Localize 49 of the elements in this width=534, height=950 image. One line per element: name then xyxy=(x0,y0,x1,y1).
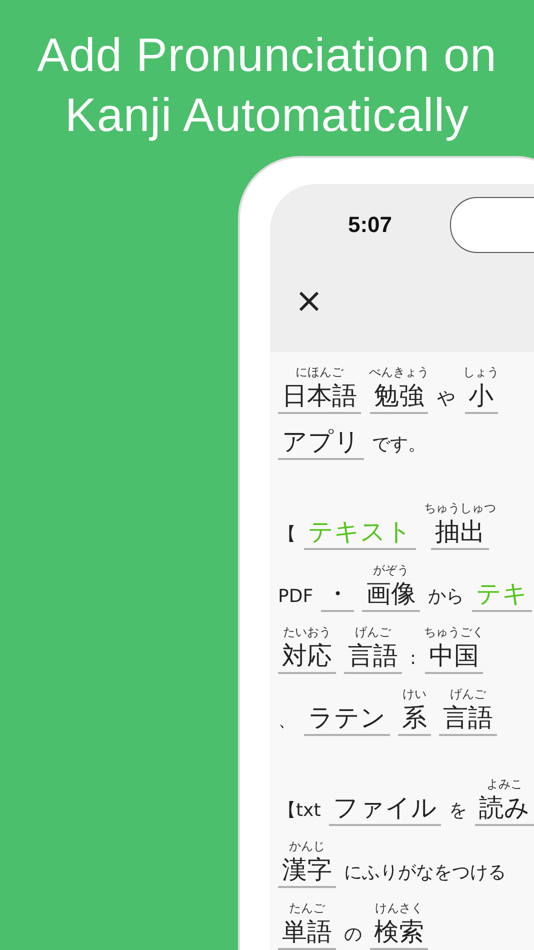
furigana-text: かんじ xyxy=(289,838,325,854)
furigana-text: にほんご xyxy=(296,364,344,380)
word-text: ・ xyxy=(321,578,354,612)
word-text: 勉強 xyxy=(370,380,428,414)
plain-text: です。 xyxy=(372,433,426,457)
plain-text: にふりがなをつける xyxy=(344,861,506,885)
word-text: 対応 xyxy=(278,640,336,674)
furigana-text: たいおう xyxy=(283,624,331,640)
furigana-text: げんご xyxy=(450,686,486,702)
word-text: 中国 xyxy=(425,640,484,674)
word-text: 漢字 xyxy=(278,854,336,888)
plain-text: : xyxy=(410,647,416,671)
furigana-text: ちゅうしゅつ xyxy=(424,500,496,516)
word-text: ラテン xyxy=(304,702,390,736)
status-time: 5:07 xyxy=(348,212,392,238)
close-button[interactable]: × xyxy=(294,286,324,316)
furigana-text: けい xyxy=(402,686,426,702)
word-text: 日本語 xyxy=(278,380,361,414)
furigana-text: よみこ xyxy=(486,776,522,792)
plain-text: から xyxy=(428,585,464,609)
furigana-text: がぞう xyxy=(373,562,410,578)
keyword-text: テキ xyxy=(472,578,532,612)
word-text: 系 xyxy=(398,702,431,736)
furigana-text: けんさく xyxy=(375,900,423,916)
plain-text: PDF xyxy=(278,585,314,609)
plain-text: 、 xyxy=(278,709,296,733)
plain-text: を xyxy=(448,799,467,823)
headline-text: Kanji Automatically xyxy=(65,87,469,143)
word-text: 言語 xyxy=(439,702,497,736)
word-text: 読み xyxy=(474,792,534,826)
word-text: ファイル xyxy=(328,792,441,826)
plain-text: 【txt xyxy=(278,799,321,823)
word-text: 検索 xyxy=(370,916,428,950)
furigana-text: しょう xyxy=(463,364,499,380)
plain-text: 【 xyxy=(278,523,296,547)
headline-text: Add Pronunciation on xyxy=(37,27,497,83)
furigana-text: たんご xyxy=(289,900,325,916)
plain-text: の xyxy=(344,923,362,947)
word-text: 単語 xyxy=(278,916,336,950)
furigana-text: ちゅうごく xyxy=(424,624,484,640)
furigana-text: げんご xyxy=(355,624,391,640)
word-text: 画像 xyxy=(362,578,420,612)
furigana-text: べんきょう xyxy=(369,364,429,380)
word-text: 小 xyxy=(464,380,498,414)
plain-text: や xyxy=(437,387,455,411)
word-text: 抽出 xyxy=(431,516,489,550)
word-text: 言語 xyxy=(344,640,402,674)
keyword-text: テキスト xyxy=(304,516,416,550)
word-text: アプリ xyxy=(278,426,364,460)
